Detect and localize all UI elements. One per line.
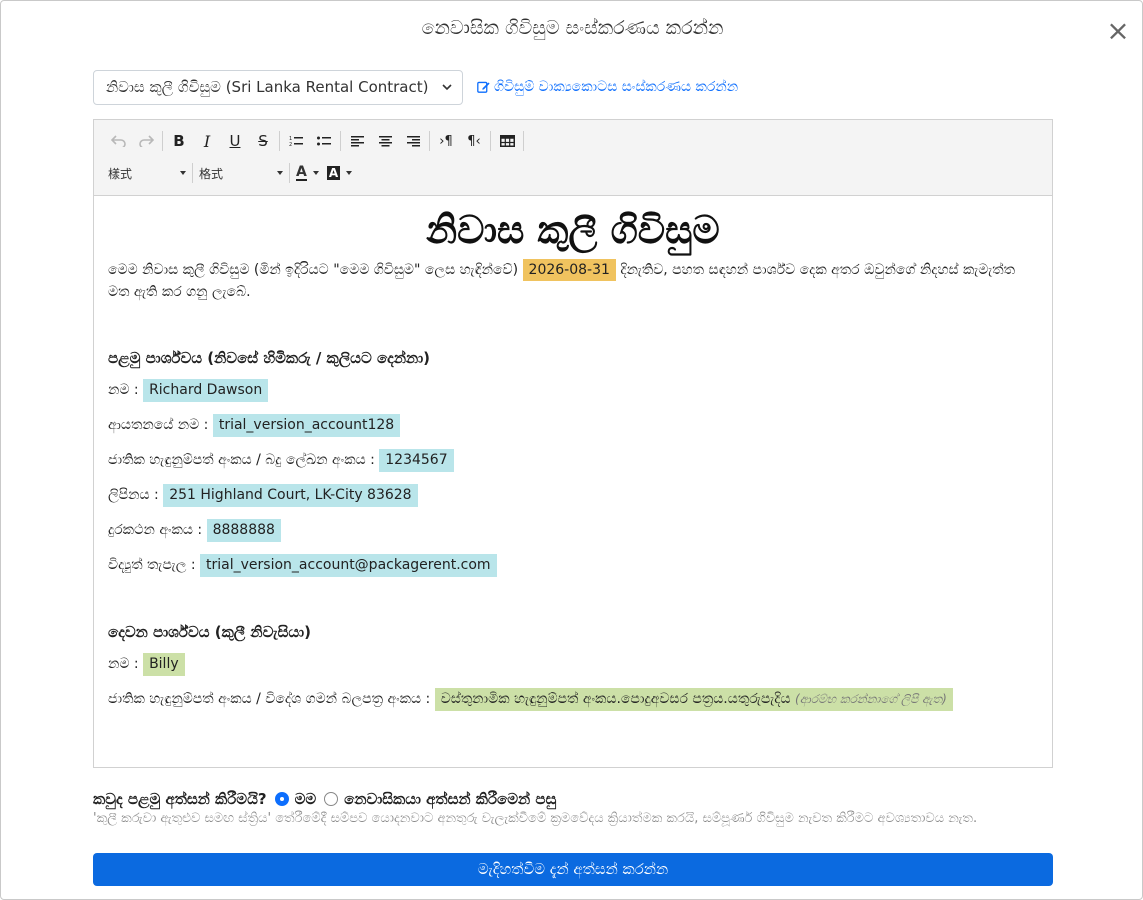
radio-me-label: මම: [294, 790, 317, 808]
caret-down-icon: [277, 171, 283, 175]
radio-checked-icon: [274, 792, 289, 806]
first-signer-group: කවුද පළමු අත්සන් කිරීමයි? මම නෙවාසිකයා අ…: [93, 790, 556, 808]
field-value[interactable]: 8888888: [206, 519, 281, 542]
toolbar-separator: [289, 163, 290, 183]
party2-name-row: නම : Billy: [108, 653, 1038, 676]
document-body[interactable]: නිවාස කුලී ගිවිසුම මෙම නිවාස කුලී ගිවිසු…: [94, 197, 1052, 767]
underline-icon[interactable]: U: [221, 128, 249, 154]
caret-down-icon: [180, 171, 186, 175]
text-color-icon[interactable]: A: [292, 160, 323, 186]
sign-now-button[interactable]: මැදිහත්වීම දැන් අත්සන් කරන්න: [93, 853, 1053, 886]
intro-text-before: මෙම නිවාස කුලී ගිවිසුම (මින් ඉදිරියට "මෙ…: [108, 262, 519, 278]
field-label: ලිපිනය :: [108, 487, 159, 503]
toolbar-separator: [279, 131, 280, 151]
intro-paragraph: මෙම නිවාස කුලී ගිවිසුම (මින් ඉදිරියට "මෙ…: [108, 259, 1038, 303]
field-value[interactable]: 1234567: [379, 449, 454, 472]
edit-clauses-link[interactable]: ගිවිසුම් වාක්‍යකොටස සංස්කරණය කරන්න: [477, 79, 738, 95]
field-label: නම :: [108, 382, 139, 398]
template-select[interactable]: නිවාස කුලී ගිවිසුම (Sri Lanka Rental Con…: [93, 70, 463, 105]
style-combo-label: 樣式: [108, 166, 133, 181]
party1-name-row: නම : Richard Dawson: [108, 379, 1038, 402]
edit-clauses-label: ගිවිසුම් වාක්‍යකොටස සංස්කරණය කරන්න: [494, 79, 739, 95]
toolbar-separator: [523, 131, 524, 151]
radio-tenant-first[interactable]: නෙවාසිකයා අත්සන් කිරීමෙන් පසු: [324, 790, 556, 808]
toolbar-separator: [429, 131, 430, 151]
party1-company-row: ආයතනයේ නම : trial_version_account128: [108, 414, 1038, 437]
toolbar-separator: [192, 163, 193, 183]
party1-heading: පළමු පාර්ශ්වය (නිවසේ හිමිකරු / කුලියට දෙ…: [108, 349, 430, 367]
toolbar-separator: [490, 131, 491, 151]
toolbar-separator: [162, 131, 163, 151]
edit-contract-modal: නෙවාසික ගිවිසුම සංස්කරණය කරන්න × නිවාස ක…: [0, 0, 1143, 900]
party2-heading: දෙවන පාර්ශ්වය (කුලී නිවැසියා): [108, 623, 311, 641]
field-value[interactable]: වස්තුනාමික හැඳුනුම්පත් අංකය.පොදුඅවසර පත්…: [434, 688, 953, 711]
numbered-list-icon[interactable]: 12: [282, 128, 310, 154]
italic-icon[interactable]: I: [193, 128, 221, 154]
ltr-icon[interactable]: ›¶: [432, 128, 460, 154]
caret-down-icon: [346, 171, 353, 175]
first-signer-question: කවුද පළමු අත්සන් කිරීමයි?: [93, 790, 267, 808]
radio-tenant-label: නෙවාසිකයා අත්සන් කිරීමෙන් පසු: [344, 790, 557, 808]
align-right-icon[interactable]: [399, 128, 427, 154]
field-label: ජාතික හැඳුනුම්පත් අංකය / විදේශ ගමන් බලපත…: [108, 691, 431, 707]
field-label: ජාතික හැඳුනුම්පත් අංකය / බදු ලේඛන අංකය :: [108, 452, 375, 468]
align-left-icon[interactable]: [343, 128, 371, 154]
party1-address-row: ලිපිනය : 251 Highland Court, LK-City 836…: [108, 484, 1038, 507]
format-combo-label: 格式: [199, 166, 224, 181]
radio-me[interactable]: මම: [274, 790, 317, 808]
field-value[interactable]: trial_version_account@packagerent.com: [200, 554, 497, 577]
bold-icon[interactable]: B: [165, 128, 193, 154]
redo-icon[interactable]: [132, 128, 160, 154]
undo-icon[interactable]: [104, 128, 132, 154]
contract-date-field[interactable]: 2026-08-31: [522, 259, 616, 281]
field-label: විද්‍යුත් තැපැල :: [108, 557, 196, 573]
field-value[interactable]: trial_version_account128: [212, 414, 401, 437]
editor-toolbar: B I U S 12 ›¶ ¶‹ 樣式 格式 A A: [94, 120, 1052, 196]
background-color-icon[interactable]: A: [323, 160, 356, 186]
rich-text-editor: B I U S 12 ›¶ ¶‹ 樣式 格式 A A නිවාස කුලී ගි…: [93, 119, 1053, 768]
style-combo[interactable]: 樣式: [104, 160, 190, 186]
toolbar-row-1: B I U S 12 ›¶ ¶‹: [104, 128, 526, 154]
toolbar-row-2: 樣式 格式 A A: [104, 160, 356, 186]
modal-title: නෙවාසික ගිවිසුම සංස්කරණය කරන්න: [421, 17, 724, 39]
close-button[interactable]: ×: [1106, 17, 1130, 45]
toolbar-separator: [340, 131, 341, 151]
chevron-down-icon: [442, 84, 452, 91]
svg-text:2: 2: [289, 142, 292, 147]
signing-hint: 'කුලී කරුවා ඇතුළුව සමඟ ස්ත්‍රිය' තේරීමේද…: [93, 811, 978, 826]
field-label: නම :: [108, 656, 139, 672]
field-label: ආයතනයේ නම :: [108, 417, 209, 433]
table-icon[interactable]: [493, 128, 521, 154]
field-value[interactable]: Billy: [143, 653, 185, 676]
radio-unchecked-icon: [324, 792, 339, 806]
caret-down-icon: [312, 171, 319, 175]
field-value-text: වස්තුනාමික හැඳුනුම්පත් අංකය.පොදුඅවසර පත්…: [440, 691, 791, 707]
party1-phone-row: දුරකථන අංකය : 8888888: [108, 519, 1038, 542]
align-center-icon[interactable]: [371, 128, 399, 154]
document-title: නිවාස කුලී ගිවිසුම: [426, 208, 720, 252]
bulleted-list-icon[interactable]: [310, 128, 338, 154]
template-select-value: නිවාස කුලී ගිවිසුම (Sri Lanka Rental Con…: [106, 78, 429, 96]
field-label: දුරකථන අංකය :: [108, 522, 203, 538]
field-value[interactable]: 251 Highland Court, LK-City 83628: [163, 484, 418, 507]
party1-email-row: විද්‍යුත් තැපැල : trial_version_account@…: [108, 554, 1038, 577]
strikethrough-icon[interactable]: S: [249, 128, 277, 154]
format-combo[interactable]: 格式: [195, 160, 287, 186]
party1-id-row: ජාතික හැඳුනුම්පත් අංකය / බදු ලේඛන අංකය :…: [108, 449, 1038, 472]
party2-id-row: ජාතික හැඳුනුම්පත් අංකය / විදේශ ගමන් බලපත…: [108, 688, 1038, 711]
field-value[interactable]: Richard Dawson: [143, 379, 269, 402]
edit-icon: [477, 81, 490, 93]
rtl-icon[interactable]: ¶‹: [460, 128, 488, 154]
field-note: (ආරම්භ කරන්නාගේ ලිපි ඇත): [795, 692, 947, 706]
